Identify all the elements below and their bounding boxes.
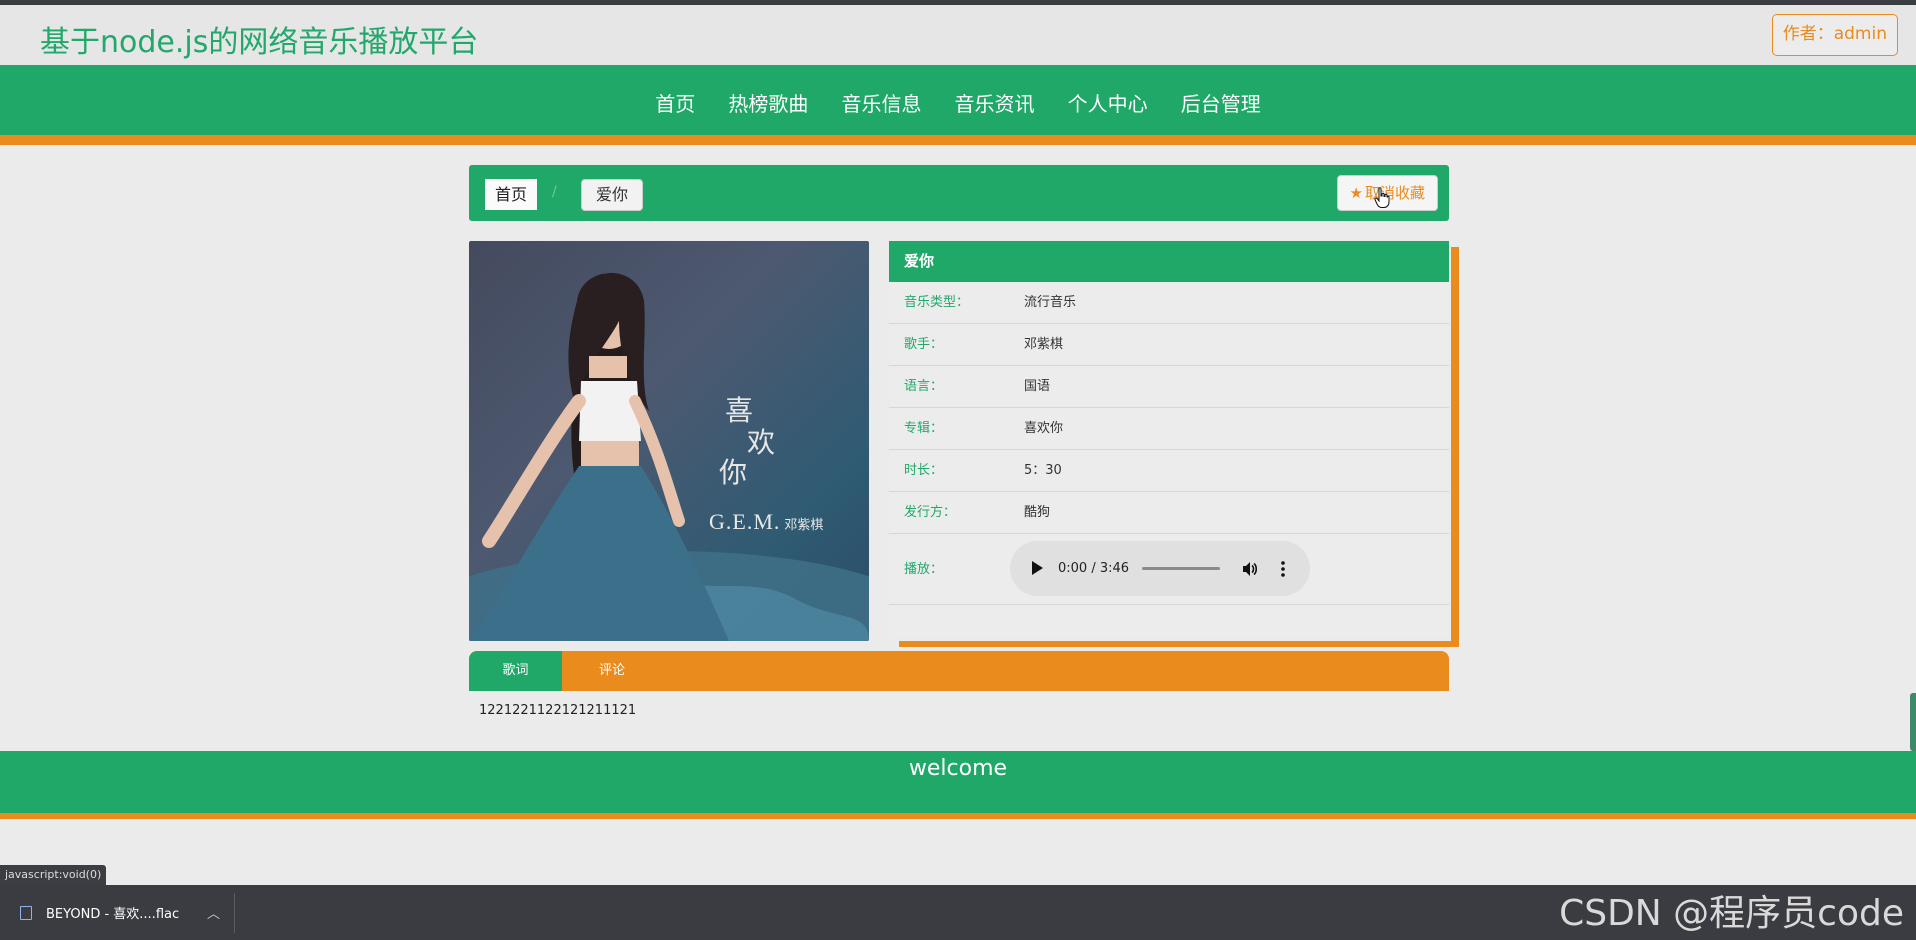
info-row-play: 播放： 0:00 / 3:46	[889, 534, 1449, 605]
info-row-language: 语言： 国语	[889, 366, 1449, 408]
cover-brand-en: G.E.M.	[709, 509, 781, 534]
breadcrumb-home[interactable]: 首页	[485, 179, 538, 210]
breadcrumb-separator: /	[552, 184, 557, 200]
volume-icon[interactable]	[1241, 560, 1259, 578]
nav-item-home[interactable]: 首页	[655, 88, 695, 117]
info-label: 语言：	[904, 379, 944, 394]
nav-item-admin[interactable]: 后台管理	[1181, 88, 1261, 117]
chevron-up-icon[interactable]: ︿	[207, 903, 220, 922]
song-title: 爱你	[889, 241, 1449, 282]
info-label: 发行方：	[904, 505, 957, 520]
cover-brand-cn: 邓紫棋	[784, 517, 824, 532]
cover-artwork	[469, 272, 869, 641]
site-title: 基于node.js的网络音乐播放平台	[40, 25, 479, 60]
info-value: 酷狗	[1024, 505, 1051, 520]
download-item[interactable]: BEYOND - 喜欢....flac	[20, 903, 179, 922]
info-label: 播放：	[904, 562, 944, 577]
nav-item-hot-songs[interactable]: 热榜歌曲	[728, 88, 808, 117]
info-value: 邓紫棋	[1024, 337, 1064, 352]
lyrics-content: 1221221122121211121	[479, 703, 637, 718]
hand-cursor-icon	[1374, 187, 1390, 208]
info-row-singer: 歌手： 邓紫棋	[889, 324, 1449, 366]
cover-text-3: 你	[719, 456, 748, 489]
album-cover: 喜 欢 你 G.E.M. 邓紫棋	[469, 241, 869, 641]
song-detail: 喜 欢 你 G.E.M. 邓紫棋 爱你 音乐类型： 流行音乐 歌手： 邓紫棋 语言…	[469, 241, 1459, 651]
info-label: 专辑：	[904, 421, 944, 436]
download-filename: BEYOND - 喜欢....flac	[46, 907, 180, 922]
info-row-duration: 时长： 5：30	[889, 450, 1449, 492]
star-icon: ★	[1349, 184, 1363, 202]
author-button[interactable]: 作者：admin	[1771, 14, 1898, 56]
play-icon[interactable]	[1032, 561, 1043, 575]
file-icon	[20, 906, 32, 920]
detail-tabs: 歌词 评论	[469, 651, 1449, 691]
tab-lyrics[interactable]: 歌词	[469, 651, 562, 691]
footer-text: welcome	[908, 756, 1008, 781]
download-divider	[234, 893, 235, 933]
info-row-album: 专辑： 喜欢你	[889, 408, 1449, 450]
cover-text-2: 欢	[747, 426, 776, 459]
info-value: 喜欢你	[1024, 421, 1064, 436]
site-footer: welcome	[0, 751, 1916, 819]
cover-brand: G.E.M. 邓紫棋	[709, 509, 823, 535]
scrollbar-thumb[interactable]	[1910, 693, 1916, 751]
main-content: 首页 / 爱你 ★ 取消收藏 喜 欢 你 G.E.M. 邓紫棋 爱你 音乐类型：…	[469, 165, 1459, 718]
watermark: CSDN @程序员code	[1559, 893, 1904, 934]
breadcrumb-current[interactable]: 爱你	[581, 179, 644, 211]
info-row-publisher: 发行方： 酷狗	[889, 492, 1449, 534]
song-info-panel: 爱你 音乐类型： 流行音乐 歌手： 邓紫棋 语言： 国语 专辑： 喜欢你 时长：…	[889, 241, 1449, 637]
nav-item-profile[interactable]: 个人中心	[1068, 88, 1148, 117]
tab-comments[interactable]: 评论	[562, 651, 662, 691]
more-options-icon[interactable]	[1281, 560, 1285, 578]
info-label: 时长：	[904, 463, 944, 478]
nav-item-music-info[interactable]: 音乐信息	[841, 88, 921, 117]
site-header: 基于node.js的网络音乐播放平台 作者：admin	[0, 5, 1916, 65]
main-nav: 首页 热榜歌曲 音乐信息 音乐资讯 个人中心 后台管理	[0, 65, 1916, 145]
info-value: 5：30	[1024, 463, 1062, 478]
info-value: 流行音乐	[1024, 295, 1077, 310]
info-label: 音乐类型：	[904, 295, 970, 310]
audio-player: 0:00 / 3:46	[1010, 541, 1310, 596]
audio-progress-slider[interactable]	[1142, 567, 1220, 570]
info-value: 国语	[1024, 379, 1051, 394]
status-bar-url: javascript:void(0)	[0, 865, 107, 885]
info-row-genre: 音乐类型： 流行音乐	[889, 282, 1449, 324]
nav-item-music-news[interactable]: 音乐资讯	[955, 88, 1035, 117]
info-label: 歌手：	[904, 337, 944, 352]
audio-time: 0:00 / 3:46	[1058, 561, 1130, 576]
breadcrumb: 首页 / 爱你 ★ 取消收藏	[469, 165, 1449, 221]
